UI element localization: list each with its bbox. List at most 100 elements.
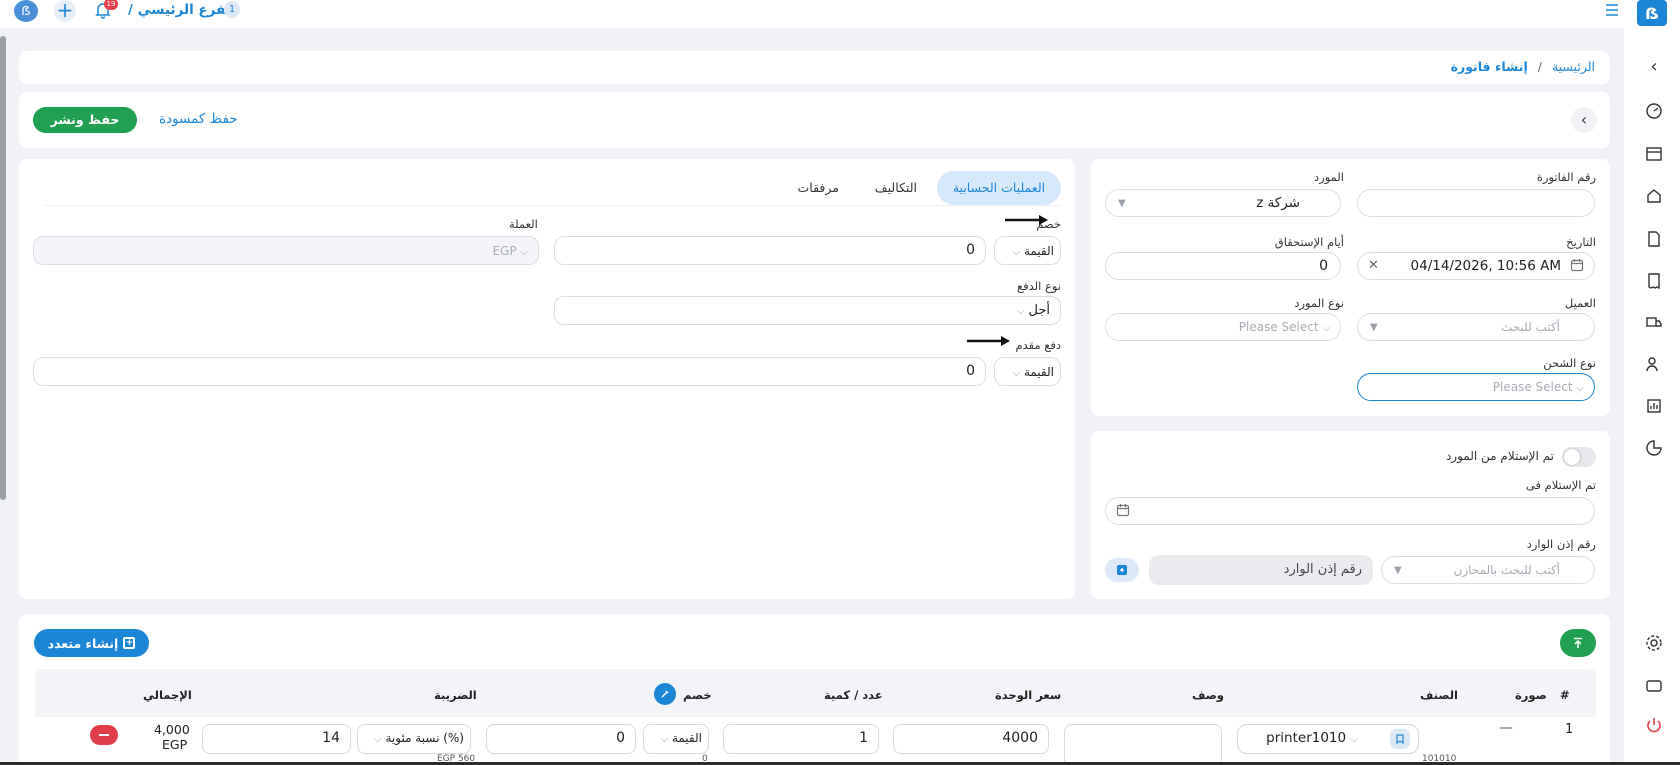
col-header-total: الإجمالي (143, 688, 192, 702)
advance-payment-value-input[interactable]: 0 (33, 357, 986, 386)
inbound-permit-input: رقم إذن الوارد (1149, 555, 1373, 585)
due-days-input[interactable]: 0 (1105, 252, 1341, 280)
client-label: العميل (1564, 296, 1596, 310)
caret-down-icon: ▼ (1394, 565, 1402, 576)
edit-discount-icon[interactable] (654, 683, 676, 705)
received-in-label: تم الإستلام فى (1525, 478, 1596, 492)
inbound-permit-label: رقم إذن الوارد (1526, 537, 1596, 551)
col-header-item: الصنف (1420, 688, 1458, 702)
row-image-placeholder: — (1499, 720, 1513, 736)
row-discount-value-input[interactable]: 0 (486, 724, 636, 754)
analytics-icon[interactable] (1643, 437, 1665, 459)
workspace-logo-icon[interactable]: ẞ (14, 0, 38, 22)
breadcrumb-home-link[interactable]: الرئيسية (1552, 59, 1595, 74)
save-publish-button[interactable]: حفظ ونشر (33, 107, 137, 133)
date-input[interactable]: ✕ 04/14/2026, 10:56 AM (1357, 252, 1595, 280)
chevron-left-icon[interactable]: ‹ (1571, 107, 1597, 133)
col-header-quantity: عدد / كمية (824, 688, 883, 702)
branch-count-badge: 1 (224, 1, 240, 18)
row-tax-value-input[interactable]: 14 (202, 724, 351, 754)
notification-badge: 19 (104, 0, 118, 10)
users-icon[interactable] (1643, 353, 1665, 375)
tab-costs[interactable]: التكاليف (875, 180, 917, 195)
shipping-icon[interactable] (1643, 311, 1665, 333)
supplier-type-select[interactable]: Please Select ⌵ (1105, 313, 1341, 341)
discount-value-input[interactable]: 0 (554, 236, 986, 265)
item-bookmark-icon[interactable] (1390, 729, 1410, 749)
inventory-icon[interactable] (1643, 143, 1665, 165)
col-header-index: # (1560, 688, 1570, 702)
minus-icon (99, 734, 109, 736)
row-discount-type-select[interactable]: ⌵ القيمة (643, 724, 709, 754)
calendar-icon[interactable] (1570, 258, 1584, 275)
create-multiple-button[interactable]: + إنشاء متعدد (34, 629, 149, 657)
advance-payment-label: دفع مقدم (1015, 338, 1061, 352)
row-unit-price-input[interactable]: 4000 (893, 724, 1049, 754)
tab-attachments[interactable]: مرفقات (798, 180, 839, 195)
inbound-permit-action-button[interactable] (1105, 558, 1139, 582)
shipping-type-label: نوع الشحن (1543, 356, 1596, 370)
power-icon[interactable] (1643, 714, 1665, 736)
date-label: التاريخ (1566, 235, 1596, 249)
invoice-number-label: رقم الفاتورة (1536, 170, 1596, 184)
supplier-type-label: نوع المورد (1294, 296, 1344, 310)
currency-select: EGP ⌵ (33, 236, 539, 265)
currency-label: العملة (509, 217, 538, 231)
plus-icon[interactable]: + (54, 0, 76, 22)
calculations-card: العمليات الحسابية التكاليف مرفقات خصم ⌵ … (19, 159, 1075, 599)
top-bar: ẞ ẞ + 19 الفرع الرئيسي / 1 (0, 0, 1680, 28)
calendar-icon[interactable] (1116, 503, 1130, 520)
supplier-label: المورد (1314, 170, 1344, 184)
due-days-label: أيام الإستحقاق (1274, 235, 1344, 249)
client-select[interactable]: ▼ أكتب للبحث (1357, 313, 1595, 341)
caret-down-icon: ▼ (1118, 198, 1126, 209)
warehouse-search-select[interactable]: ▼ أكتب للبحث بالمخازن (1381, 556, 1595, 584)
row-quantity-input[interactable]: 1 (723, 724, 879, 754)
col-header-unit-price: سعر الوحدة (995, 688, 1062, 702)
app-logo-icon[interactable]: ẞ (1637, 0, 1667, 26)
settings-icon[interactable] (1643, 632, 1665, 654)
received-in-date-input[interactable] (1105, 497, 1595, 525)
arrow-right-icon (1003, 214, 1049, 229)
documents-icon[interactable] (1643, 228, 1665, 250)
menu-icon[interactable] (1604, 2, 1620, 18)
col-header-tax: الضريبة (434, 688, 477, 702)
dashboard-icon[interactable] (1643, 100, 1665, 122)
supplier-select[interactable]: ▼ شركة z (1105, 189, 1341, 217)
col-header-description: وصف (1192, 688, 1224, 702)
row-tax-type-select[interactable]: ⌵ نسبة مئوية (%) (357, 724, 471, 754)
received-toggle[interactable] (1562, 447, 1596, 467)
left-scrollbar[interactable] (0, 36, 6, 500)
caret-down-icon: ▼ (1370, 322, 1378, 333)
row-index: 1 (1565, 722, 1574, 737)
row-item-select[interactable]: printer1010 ⌵ (1237, 724, 1419, 754)
clear-date-icon[interactable]: ✕ (1368, 258, 1379, 273)
display-icon[interactable] (1643, 675, 1665, 697)
products-icon[interactable] (1643, 185, 1665, 207)
payment-type-label: نوع الدفع (1016, 279, 1061, 293)
advance-payment-type-select[interactable]: ⌵ القيمة (994, 357, 1061, 386)
collapse-sidebar-icon[interactable]: ‹ (1643, 55, 1665, 77)
page-title: إنشاء فاتورة (1450, 59, 1528, 74)
invoice-details-card: رقم الفاتورة المورد ▼ شركة z التاريخ ✕ 0… (1091, 159, 1610, 416)
action-bar: حفظ ونشر حفظ كمسودة ‹ (19, 92, 1610, 148)
row-total-amount: 4,000 (154, 722, 190, 737)
reports-icon[interactable] (1643, 395, 1665, 417)
received-toggle-label: تم الإستلام من المورد (1445, 449, 1554, 463)
discount-type-select[interactable]: ⌵ القيمة (994, 236, 1061, 265)
arrow-up-icon[interactable] (1560, 629, 1596, 657)
col-header-discount: خصم (683, 688, 712, 702)
remove-row-button[interactable] (90, 725, 118, 745)
branch-label[interactable]: الفرع الرئيسي / (128, 2, 235, 18)
row-total-currency: EGP (162, 737, 188, 752)
shipping-type-select[interactable]: Please Select ⌵ (1357, 373, 1595, 401)
invoice-number-input[interactable] (1357, 189, 1595, 217)
row-description-input[interactable] (1064, 724, 1222, 765)
col-header-image: صورة (1515, 688, 1547, 702)
invoices-icon[interactable] (1643, 270, 1665, 292)
payment-type-select[interactable]: ⌵ أجل (554, 296, 1061, 325)
plus-square-icon: + (123, 637, 136, 649)
arrow-right-icon (965, 335, 1011, 350)
save-draft-button[interactable]: حفظ كمسودة (159, 111, 238, 127)
tab-calculations[interactable]: العمليات الحسابية (937, 171, 1061, 205)
